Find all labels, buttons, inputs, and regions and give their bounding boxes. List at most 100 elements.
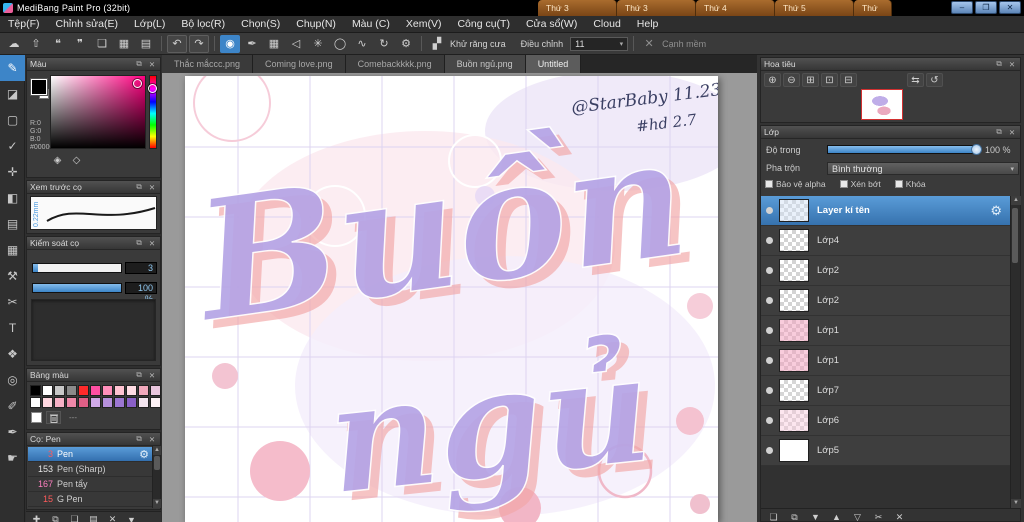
palette-swatch[interactable] bbox=[114, 397, 125, 408]
upload-icon[interactable]: ⇧ bbox=[26, 35, 46, 53]
layer-visibility-dot[interactable] bbox=[766, 237, 773, 244]
soft-edge-icon[interactable]: ✕ bbox=[639, 35, 659, 53]
checkbox-box[interactable] bbox=[765, 180, 773, 188]
zoom-select-icon[interactable]: ⊟ bbox=[840, 73, 857, 87]
checkbox-box[interactable] bbox=[839, 180, 848, 188]
delete-layer-icon[interactable]: ✕ bbox=[890, 509, 909, 522]
layer-thumbnail[interactable] bbox=[779, 259, 809, 282]
pen-tool[interactable]: ✒ bbox=[0, 419, 25, 445]
palette-swatch[interactable] bbox=[66, 397, 77, 408]
layer-row[interactable]: Lớp1 ⚙ bbox=[761, 316, 1010, 346]
float-panel-icon[interactable]: ⧉ bbox=[134, 182, 144, 192]
scroll-up-icon[interactable]: ▲ bbox=[1011, 196, 1021, 205]
move-layer-up-icon[interactable]: ▲ bbox=[827, 509, 846, 521]
document-tab[interactable]: Buồn ngủ.png bbox=[444, 55, 526, 73]
comment-icon[interactable]: ❝ bbox=[48, 35, 68, 53]
document-tab[interactable]: Coming love.png bbox=[253, 55, 346, 73]
palette-swatch[interactable] bbox=[114, 385, 125, 396]
scroll-thumb[interactable] bbox=[154, 456, 160, 470]
palette-swatch[interactable] bbox=[90, 385, 101, 396]
layer-visibility-dot[interactable] bbox=[766, 297, 773, 304]
brush-list-scrollbar[interactable]: ▲ ▼ bbox=[152, 446, 161, 508]
brush-tip-icon[interactable]: ◉ bbox=[220, 34, 240, 53]
menu-item[interactable]: Cloud bbox=[585, 16, 628, 33]
palette-swatch[interactable] bbox=[42, 397, 53, 408]
palette-swatch[interactable] bbox=[138, 397, 149, 408]
menu-item[interactable]: Cửa sổ(W) bbox=[518, 16, 585, 33]
layer-row[interactable]: Lớp4 ⚙ bbox=[761, 226, 1010, 256]
add-swatch-button[interactable] bbox=[31, 412, 42, 423]
flip-view-icon[interactable]: ⇆ bbox=[907, 73, 924, 87]
layer-option-checkbox[interactable]: Bảo vệ alpha bbox=[765, 179, 826, 189]
document-tab[interactable]: Thắc mắccc.png bbox=[162, 55, 254, 73]
opacity-knob[interactable] bbox=[971, 144, 982, 155]
palette-swatch[interactable] bbox=[102, 397, 113, 408]
menu-item[interactable]: Help bbox=[629, 16, 667, 33]
layer-row[interactable]: Layer kí tên ⚙ bbox=[761, 196, 1010, 226]
layer-option-checkbox[interactable]: Xén bớt bbox=[839, 179, 881, 189]
pencil-tool[interactable]: ✐ bbox=[0, 393, 25, 419]
delete-swatch-button[interactable] bbox=[46, 411, 61, 424]
layer-option-checkbox[interactable]: Khóa bbox=[894, 179, 926, 189]
two-color-icon[interactable]: ◈ bbox=[50, 154, 65, 167]
palette-swatch[interactable] bbox=[102, 385, 113, 396]
menu-item[interactable]: Lớp(L) bbox=[126, 16, 173, 33]
clear-layer-icon[interactable]: ✂ bbox=[869, 509, 888, 522]
brush-settings-gear-icon[interactable]: ⚙ bbox=[139, 448, 149, 461]
menu-item[interactable]: Xem(V) bbox=[398, 16, 450, 33]
layer-visibility-dot[interactable] bbox=[766, 207, 773, 214]
layer-row[interactable]: Lớp7 ⚙ bbox=[761, 376, 1010, 406]
hand-tool[interactable]: ☛ bbox=[0, 445, 25, 471]
palette-swatch[interactable] bbox=[138, 385, 149, 396]
palette-swatch[interactable] bbox=[54, 385, 65, 396]
palette-swatch[interactable] bbox=[150, 385, 161, 396]
close-panel-icon[interactable]: ✕ bbox=[147, 60, 157, 69]
layer-thumbnail[interactable] bbox=[779, 319, 809, 342]
palette-swatch[interactable] bbox=[54, 397, 65, 408]
palette-swatch[interactable] bbox=[78, 397, 89, 408]
curve-icon[interactable]: ∿ bbox=[352, 35, 372, 53]
sv-selection-ring[interactable] bbox=[133, 79, 142, 88]
layer-thumbnail[interactable] bbox=[779, 229, 809, 252]
layer-thumbnail[interactable] bbox=[779, 349, 809, 372]
circle-icon[interactable]: ◯ bbox=[330, 35, 350, 53]
palette-swatch[interactable] bbox=[126, 397, 137, 408]
scroll-up-icon[interactable]: ▲ bbox=[153, 446, 161, 455]
zoom-out-icon[interactable]: ⊖ bbox=[783, 73, 800, 87]
eraser-tool[interactable]: ◪ bbox=[0, 81, 25, 107]
layer-opacity-slider[interactable] bbox=[827, 144, 982, 155]
float-panel-icon[interactable]: ⧉ bbox=[134, 370, 144, 380]
settings-gear-icon[interactable]: ⚙ bbox=[396, 35, 416, 53]
hue-selection-ring[interactable] bbox=[148, 84, 157, 93]
move-tool[interactable]: ✛ bbox=[0, 159, 25, 185]
float-panel-icon[interactable]: ⧉ bbox=[994, 59, 1004, 69]
brush-menu-icon[interactable]: ▤ bbox=[85, 512, 102, 522]
layer-thumbnail[interactable] bbox=[779, 289, 809, 312]
rotate-canvas-icon[interactable]: ↻ bbox=[374, 35, 394, 53]
brush-size-slider[interactable] bbox=[32, 263, 122, 273]
transparent-color-icon[interactable]: ◇ bbox=[69, 154, 84, 167]
marquee-select-tool[interactable]: ▢ bbox=[0, 107, 25, 133]
select-pen-tool[interactable]: ✓ bbox=[0, 133, 25, 159]
palette-swatch[interactable] bbox=[90, 397, 101, 408]
layer-row[interactable]: Lớp1 ⚙ bbox=[761, 346, 1010, 376]
fit-window-icon[interactable]: ⊞ bbox=[802, 73, 819, 87]
add-brush-icon[interactable]: ✚ bbox=[28, 512, 45, 522]
document-tab[interactable]: Comebackkkk.png bbox=[345, 55, 445, 73]
zoom-in-icon[interactable]: ⊕ bbox=[764, 73, 781, 87]
antialias-toggle-icon[interactable]: ▞ bbox=[427, 35, 447, 53]
foreground-color-swatch[interactable] bbox=[30, 78, 48, 96]
close-panel-icon[interactable]: ✕ bbox=[147, 183, 157, 192]
layer-thumbnail[interactable] bbox=[779, 409, 809, 432]
grid-view-icon[interactable]: ▦ bbox=[114, 35, 134, 53]
menu-item[interactable]: Công cụ(T) bbox=[449, 16, 518, 33]
close-panel-icon[interactable]: ✕ bbox=[147, 435, 157, 444]
menu-item[interactable]: Màu (C) bbox=[344, 16, 398, 33]
float-panel-icon[interactable]: ⧉ bbox=[994, 127, 1004, 137]
layer-visibility-dot[interactable] bbox=[766, 357, 773, 364]
brush-item[interactable]: 3 Pen ⚙ bbox=[28, 447, 152, 462]
cloud-icon[interactable]: ☁ bbox=[4, 35, 24, 53]
pattern-icon[interactable]: ▦ bbox=[264, 35, 284, 53]
symmetry-icon[interactable]: ✳ bbox=[308, 35, 328, 53]
gradient-tool[interactable]: ▤ bbox=[0, 211, 25, 237]
